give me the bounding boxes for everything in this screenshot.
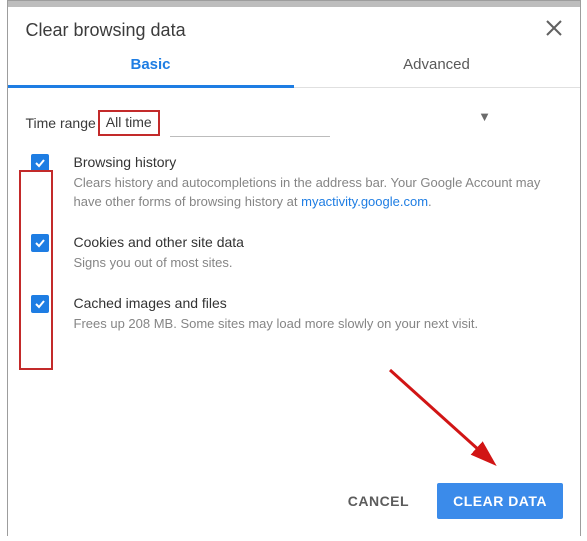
tab-bar: Basic Advanced [8,56,580,88]
option-title: Browsing history [74,154,562,170]
option-desc-end: . [428,194,432,209]
option-description: Clears history and autocompletions in th… [74,174,562,212]
time-range-label: Time range [26,115,98,131]
time-range-row: Time range All time ▼ [8,88,580,144]
checkmark-icon [35,158,45,168]
tab-basic[interactable]: Basic [8,56,294,88]
option-title: Cookies and other site data [74,234,562,250]
time-range-dropdown[interactable]: ▼ [166,114,347,132]
option-cookies: Cookies and other site data Signs you ou… [26,234,562,273]
myactivity-link[interactable]: myactivity.google.com [301,194,428,209]
clear-browsing-data-dialog: Clear browsing data Basic Advanced Time … [7,0,581,536]
dropdown-underline [170,136,330,137]
dialog-title: Clear browsing data [26,20,546,41]
option-cache: Cached images and files Frees up 208 MB.… [26,295,562,334]
annotation-highlight-timerange: All time [98,110,160,136]
chevron-down-icon: ▼ [478,109,491,124]
close-icon[interactable] [546,19,562,42]
options-list: Browsing history Clears history and auto… [8,144,580,333]
dialog-actions: CANCEL CLEAR DATA [342,483,563,519]
option-browsing-history: Browsing history Clears history and auto… [26,154,562,212]
annotation-highlight-checkboxes [19,170,53,370]
option-description: Frees up 208 MB. Some sites may load mor… [74,315,562,334]
tab-advanced[interactable]: Advanced [294,56,580,87]
dialog-header: Clear browsing data [8,7,580,56]
option-title: Cached images and files [74,295,562,311]
clear-data-button[interactable]: CLEAR DATA [437,483,563,519]
option-description: Signs you out of most sites. [74,254,562,273]
annotation-arrow [380,365,520,485]
cancel-button[interactable]: CANCEL [342,492,415,510]
time-range-value: All time [106,114,152,130]
